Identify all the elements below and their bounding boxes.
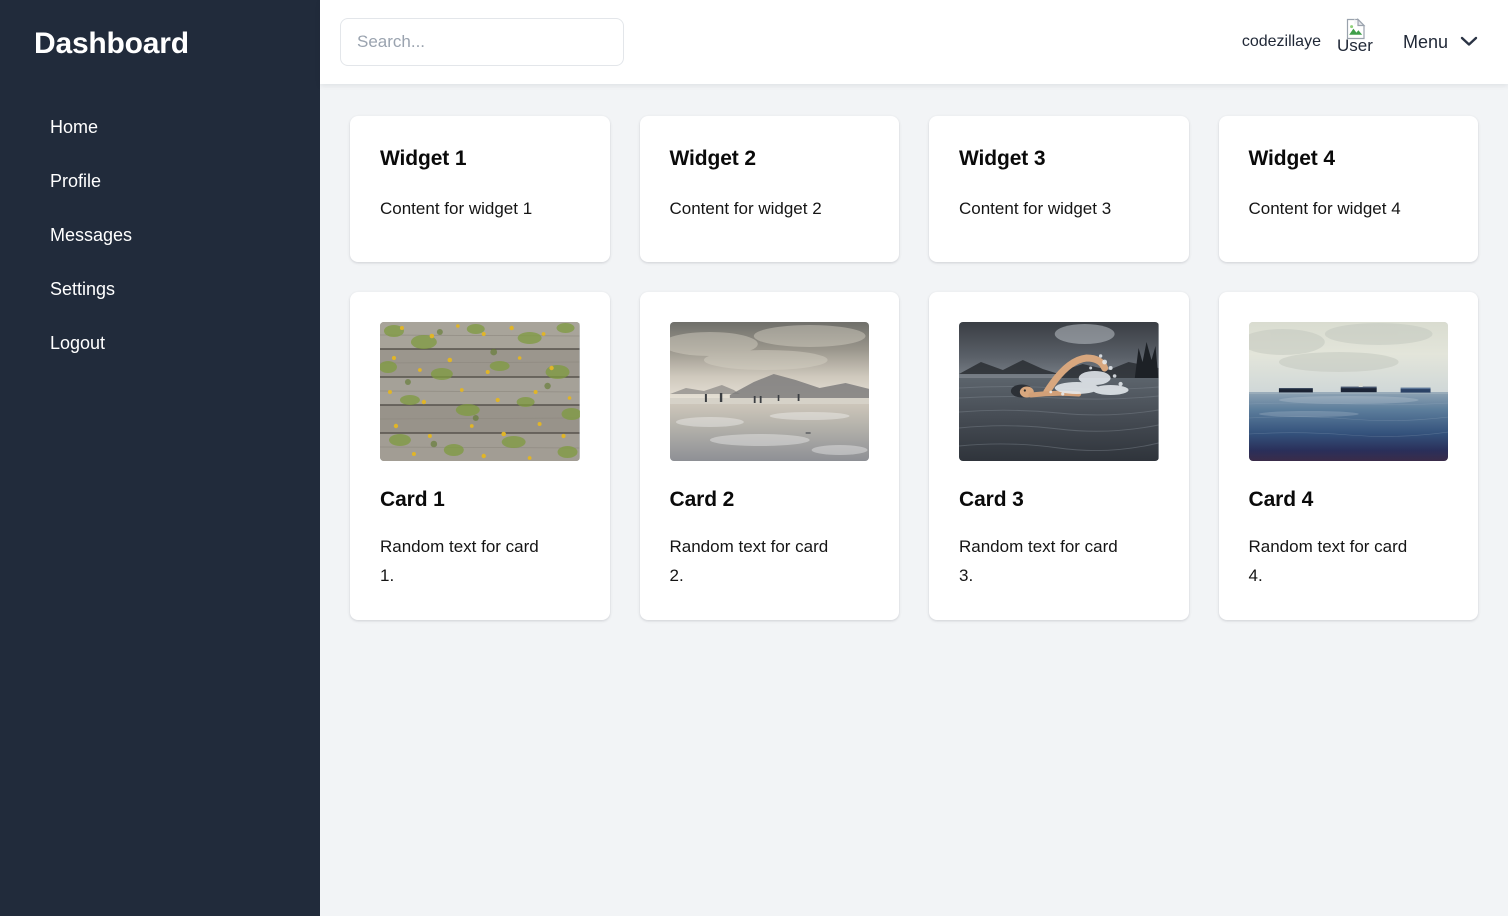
widget-title: Widget 2 [669,147,757,170]
top-header: codezillaye User Menu [320,0,1508,84]
main-column: codezillaye User Menu [320,0,1508,916]
card-body: Random text for card 3. [959,537,1118,585]
chevron-down-icon [1460,35,1478,50]
media-card[interactable]: Card 2 Random text for card 2. [639,292,899,620]
sidebar: Dashboard Home Profile Messages Settings… [0,0,320,916]
card-body: Random text for card 4. [1248,537,1408,585]
cards-row: Card 1 Random text for card 1. Card 2 Ra… [350,292,1478,620]
search-input[interactable] [340,18,624,66]
widget-title: Widget 1 [380,147,467,170]
card-title: Card 2 [669,488,735,511]
widget-body: Content for widget 1 [380,199,533,218]
card-image-overcast-beach [669,322,869,461]
card-title: Card 3 [959,488,1024,511]
widget-card[interactable]: Widget 2 Content for widget 2 [639,116,899,262]
card-body: Random text for card 2. [669,537,829,585]
content-area: Widget 1 Content for widget 1 Widget 2 C… [320,84,1508,916]
card-body: Random text for card 1. [380,537,539,585]
menu-button[interactable]: Menu [1403,31,1478,53]
menu-button-label: Menu [1402,32,1448,52]
broken-image-icon [1345,18,1367,40]
widget-title: Widget 3 [959,147,1046,170]
sidebar-item-messages[interactable]: Messages [0,208,320,262]
media-card[interactable]: Card 1 Random text for card 1. [350,292,610,620]
card-image-sea-ships [1248,322,1448,461]
media-card[interactable]: Card 3 Random text for card 3. [929,292,1189,620]
media-card[interactable]: Card 4 Random text for card 4. [1218,292,1478,620]
widget-body: Content for widget 4 [1248,199,1401,218]
username-label: codezillaye [1241,33,1321,50]
sidebar-item-home[interactable]: Home [0,100,320,154]
card-image-lake-swimmer [959,322,1159,461]
sidebar-item-logout[interactable]: Logout [0,316,320,370]
card-title: Card 1 [380,488,445,511]
widget-body: Content for widget 2 [669,199,822,218]
widget-title: Widget 4 [1248,147,1336,170]
card-title: Card 4 [1248,488,1314,511]
card-image-mossy-planks [380,322,580,461]
sidebar-title: Dashboard [34,27,189,60]
sidebar-item-settings[interactable]: Settings [0,262,320,316]
widget-card[interactable]: Widget 3 Content for widget 3 [929,116,1189,262]
sidebar-nav: Home Profile Messages Settings Logout [0,100,320,370]
header-right-group: codezillaye User Menu [1242,18,1478,66]
widget-card[interactable]: Widget 1 Content for widget 1 [350,116,610,262]
widget-body: Content for widget 3 [959,199,1112,218]
sidebar-item-profile[interactable]: Profile [0,154,320,208]
widgets-row: Widget 1 Content for widget 1 Widget 2 C… [350,116,1478,262]
avatar[interactable]: User [1337,18,1381,66]
widget-card[interactable]: Widget 4 Content for widget 4 [1218,116,1478,262]
